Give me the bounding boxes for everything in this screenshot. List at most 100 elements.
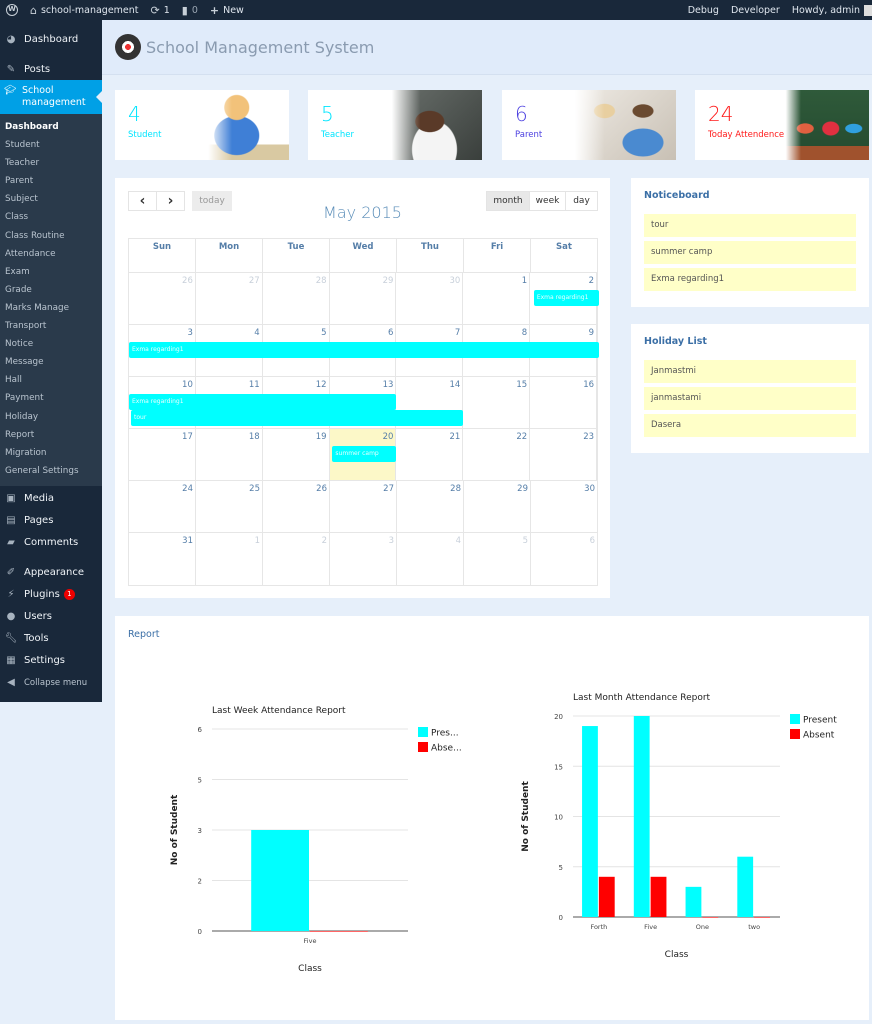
calendar-day-cell[interactable]: 23 — [530, 429, 598, 480]
submenu-item-message[interactable]: Message — [0, 353, 102, 371]
submenu-item-notice[interactable]: Notice — [0, 335, 102, 353]
menu-appearance[interactable]: ✐ Appearance — [0, 562, 102, 584]
developer-label: Developer — [730, 4, 780, 16]
submenu-item-hall[interactable]: Hall — [0, 371, 102, 389]
submenu-item-class[interactable]: Class — [0, 208, 102, 226]
calendar-prev-button[interactable]: ‹ — [128, 191, 157, 211]
submenu-item-attendance[interactable]: Attendance — [0, 245, 102, 263]
notice-item[interactable]: tour — [644, 214, 856, 237]
submenu-item-general-settings[interactable]: General Settings — [0, 462, 102, 480]
calendar-event[interactable]: tour — [131, 410, 463, 426]
calendar-day-cell[interactable]: 21 — [396, 429, 464, 480]
menu-tools[interactable]: 🔧︎ Tools — [0, 628, 102, 650]
calendar-day-cell[interactable]: 31 — [129, 533, 196, 585]
menu-users[interactable]: ● Users — [0, 606, 102, 628]
calendar-day-cell[interactable]: 26 — [263, 481, 330, 532]
submenu-item-migration[interactable]: Migration — [0, 444, 102, 462]
calendar-day-cell[interactable]: 22 — [463, 429, 531, 480]
calendar-week-row: 3 4 5 6 7 8 9 Exma regarding1 — [129, 325, 599, 377]
calendar-day-cell[interactable]: 30 — [396, 273, 464, 324]
calendar-today-button[interactable]: today — [192, 191, 232, 211]
calendar-day-cell[interactable]: 4 — [397, 533, 464, 585]
menu-settings[interactable]: ▦ Settings — [0, 650, 102, 672]
calendar-next-button[interactable]: › — [156, 191, 185, 211]
view-day-button[interactable]: day — [565, 191, 598, 211]
menu-comments[interactable]: ▰ Comments — [0, 532, 102, 554]
view-label: month — [493, 196, 523, 206]
calendar-day-cell[interactable]: 27 — [196, 273, 263, 324]
developer-link[interactable]: Developer — [725, 0, 786, 20]
menu-posts[interactable]: ✎ Posts — [0, 58, 102, 80]
calendar-event[interactable]: summer camp — [332, 446, 396, 462]
stat-card-parent[interactable]: 6 Parent — [502, 90, 676, 160]
holiday-item[interactable]: janmastami — [644, 387, 856, 410]
notice-item[interactable]: Exma regarding1 — [644, 268, 856, 291]
calendar-day-cell[interactable]: 30 — [531, 481, 597, 532]
submenu-item-class-routine[interactable]: Class Routine — [0, 227, 102, 245]
menu-dashboard[interactable]: ◕ Dashboard — [0, 28, 102, 50]
debug-link[interactable]: Debug — [682, 0, 725, 20]
updates-link[interactable]: ⟳ 1 — [145, 0, 176, 20]
calendar-day-cell[interactable]: 2 — [263, 533, 330, 585]
stat-value: 6 — [515, 102, 528, 126]
submenu-item-marks-manage[interactable]: Marks Manage — [0, 299, 102, 317]
calendar-day-cell[interactable]: 29 — [330, 273, 397, 324]
calendar-day-cell[interactable]: 17 — [129, 429, 196, 480]
holiday-item[interactable]: Dasera — [644, 414, 856, 437]
calendar-day-cell[interactable]: 29 — [464, 481, 531, 532]
calendar-day-cell[interactable]: 28 — [397, 481, 464, 532]
calendar-event[interactable]: Exma regarding1 — [129, 342, 599, 358]
calendar-day-cell[interactable]: 6 — [531, 533, 597, 585]
calendar-event[interactable]: Exma regarding1 — [533, 290, 599, 306]
calendar-day-cell[interactable]: 3 — [330, 533, 397, 585]
calendar-day-cell[interactable]: 16 — [530, 377, 598, 428]
menu-pages[interactable]: ▤ Pages — [0, 510, 102, 532]
day-number: 14 — [449, 380, 461, 390]
new-content-button[interactable]: + New — [204, 0, 250, 20]
calendar-event[interactable]: Exma regarding1 — [129, 394, 396, 410]
notice-item[interactable]: summer camp — [644, 241, 856, 264]
submenu-item-transport[interactable]: Transport — [0, 317, 102, 335]
menu-school-management[interactable]: 🎓︎ School management — [0, 80, 102, 114]
calendar-day-cell[interactable]: 25 — [196, 481, 263, 532]
calendar-day-cell[interactable]: 5 — [464, 533, 531, 585]
day-number: 1 — [254, 536, 260, 546]
comment-icon: ▰ — [7, 537, 15, 549]
calendar-day-cell[interactable]: 26 — [129, 273, 196, 324]
stat-card-attendance[interactable]: 24 Today Attendence — [695, 90, 869, 160]
menu-plugins[interactable]: ⚡︎ Plugins 1 — [0, 584, 102, 606]
submenu-item-parent[interactable]: Parent — [0, 172, 102, 190]
submenu-item-dashboard[interactable]: Dashboard — [0, 118, 102, 136]
submenu-item-subject[interactable]: Subject — [0, 190, 102, 208]
stat-card-teacher[interactable]: 5 Teacher — [308, 90, 482, 160]
stat-card-student[interactable]: 4 Student — [115, 90, 289, 160]
view-month-button[interactable]: month — [486, 191, 530, 211]
calendar-day-cell[interactable]: 19 — [263, 429, 330, 480]
account-menu[interactable]: Howdy, admin — [786, 0, 872, 20]
submenu-item-teacher[interactable]: Teacher — [0, 154, 102, 172]
comments-link[interactable]: ▮ 0 — [176, 0, 204, 20]
wordpress-logo-button[interactable]: W — [0, 0, 24, 20]
calendar-day-cell[interactable]: 1 — [463, 273, 531, 324]
submenu-item-holiday[interactable]: Holiday — [0, 408, 102, 426]
view-week-button[interactable]: week — [529, 191, 566, 211]
submenu-item-exam[interactable]: Exam — [0, 263, 102, 281]
calendar-day-cell[interactable]: 1 — [196, 533, 263, 585]
submenu-item-student[interactable]: Student — [0, 136, 102, 154]
calendar-day-cell[interactable]: 18 — [196, 429, 263, 480]
submenu-item-payment[interactable]: Payment — [0, 389, 102, 407]
holiday-item[interactable]: Janmastmi — [644, 360, 856, 383]
calendar-day-cell[interactable]: 15 — [463, 377, 531, 428]
collapse-menu-button[interactable]: ◀ Collapse menu — [0, 672, 102, 694]
site-name-link[interactable]: ⌂ school-management — [24, 0, 145, 20]
submenu-item-grade[interactable]: Grade — [0, 281, 102, 299]
day-number: 28 — [315, 276, 327, 286]
calendar-day-cell[interactable]: 28 — [263, 273, 330, 324]
calendar-day-cell[interactable]: 27 — [330, 481, 397, 532]
menu-media[interactable]: ▣ Media — [0, 488, 102, 510]
submenu-item-report[interactable]: Report — [0, 426, 102, 444]
bar-present — [582, 726, 598, 917]
calendar-day-cell[interactable]: 24 — [129, 481, 196, 532]
day-number: 31 — [182, 536, 193, 546]
stat-label: Today Attendence — [708, 130, 785, 140]
